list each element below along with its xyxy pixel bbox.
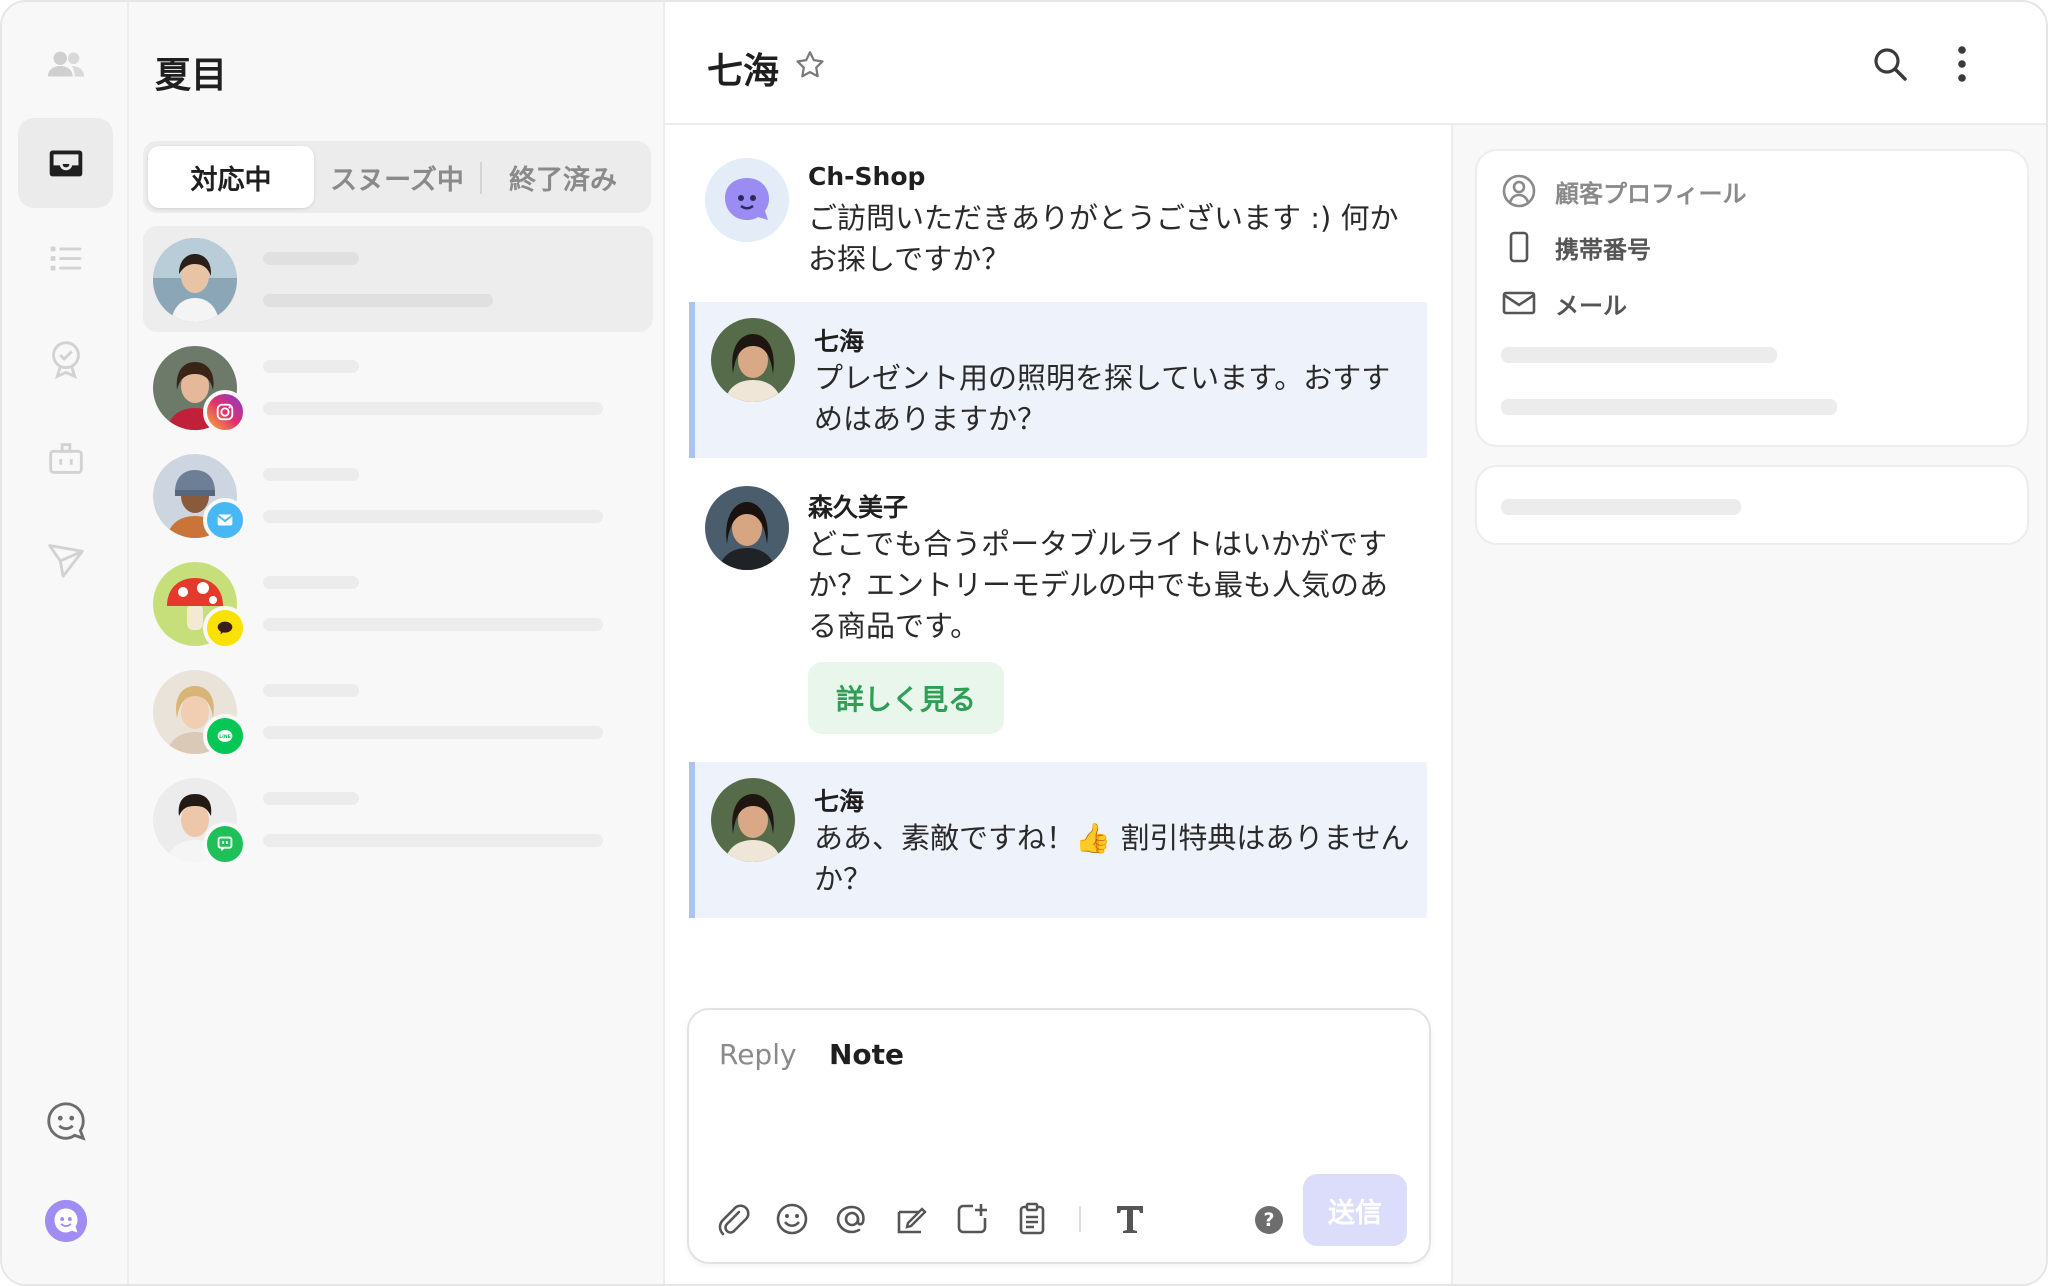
- mention-icon: [836, 1205, 865, 1234]
- emoji-icon: [776, 1203, 808, 1235]
- attach-icon: [718, 1204, 750, 1236]
- add-card-button[interactable]: [953, 1200, 991, 1238]
- tab-reply[interactable]: Reply: [719, 1038, 797, 1071]
- app-window: 夏目 対応中 スヌーズ中 終了済み LINE 七海 Ch-Shop ご訪問いただ…: [0, 0, 2048, 1286]
- conversation-item[interactable]: [143, 226, 653, 332]
- help-icon[interactable]: ?: [1255, 1206, 1283, 1234]
- nav-send-button[interactable]: [18, 514, 113, 604]
- tab-open[interactable]: 対応中: [148, 146, 314, 208]
- sms-icon: [203, 822, 247, 866]
- nav-team-button[interactable]: [18, 20, 113, 110]
- message-text: ああ、素敵ですね！👍 割引特典はありませんか？: [814, 821, 1410, 896]
- message-composer[interactable]: Reply Note ? 送信: [687, 1008, 1431, 1264]
- message-text: ご訪問いただきありがとうございます :) 何かお探しですか？: [808, 201, 1399, 276]
- nav-list-button[interactable]: [18, 214, 113, 304]
- customer-sidebar: 顧客プロフィール 携帯番号 メール: [1451, 125, 2046, 1284]
- phone-icon: [1509, 231, 1529, 263]
- nav-inbox-button[interactable]: [18, 118, 113, 208]
- status-tabs: 対応中 スヌーズ中 終了済み: [143, 141, 651, 213]
- email-icon: [203, 498, 247, 542]
- mail-icon: [1502, 291, 1536, 315]
- conversation-item[interactable]: LINE: [143, 658, 653, 764]
- conversation-item[interactable]: [143, 550, 653, 656]
- template-icon: [897, 1207, 927, 1234]
- message-text: どこでも合うポータブルライトはいかがですか？エントリーモデルの中でも最も人気のあ…: [808, 527, 1389, 643]
- learn-more-button[interactable]: 詳しく見る: [808, 662, 1004, 734]
- template-button[interactable]: [893, 1200, 931, 1238]
- text-format-button[interactable]: [1111, 1200, 1149, 1238]
- customer-avatar: [711, 778, 795, 862]
- chat-header: 七海: [665, 2, 2046, 125]
- customer-avatar: [711, 318, 795, 402]
- message-sender: 七海: [814, 787, 865, 816]
- tab-note[interactable]: Note: [829, 1038, 904, 1071]
- message-text: プレゼント用の照明を探しています。おすすめはありますか？: [814, 361, 1391, 436]
- app-logo-icon: [44, 1199, 87, 1243]
- profile-header: 顧客プロフィール: [1501, 173, 1747, 209]
- info-card: [1475, 465, 2029, 545]
- message-sender: 森久美子: [808, 493, 909, 522]
- message-customer: 七海 ああ、素敵ですね！👍 割引特典はありませんか？: [689, 762, 1427, 918]
- conversation-item[interactable]: [143, 442, 653, 548]
- inbox-icon: [49, 150, 82, 177]
- tab-closed[interactable]: 終了済み: [480, 146, 646, 208]
- line-icon: LINE: [203, 714, 247, 758]
- kakao-icon: [203, 606, 247, 650]
- attach-button[interactable]: [713, 1200, 751, 1238]
- nav-bot-button[interactable]: [18, 414, 113, 504]
- profile-phone-row: 携帯番号: [1501, 229, 1651, 265]
- badge-check-icon: [51, 341, 80, 379]
- message-sender: Ch-Shop: [808, 162, 926, 191]
- message-agent: 森久美子 どこでも合うポータブルライトはいかがですか？エントリーモデルの中でも最…: [689, 474, 1427, 744]
- bot-avatar: [705, 158, 789, 242]
- chat-title: 七海: [707, 51, 780, 92]
- conversation-list-panel: 夏目 対応中 スヌーズ中 終了済み LINE: [129, 2, 665, 1284]
- conversation-item[interactable]: [143, 334, 653, 440]
- email-label: メール: [1555, 291, 1627, 320]
- agent-avatar: [705, 486, 789, 570]
- app-logo-button[interactable]: [18, 1176, 113, 1266]
- profile-card: 顧客プロフィール 携帯番号 メール: [1475, 149, 2029, 447]
- chat-panel: 七海 Ch-Shop ご訪問いただきありがとうございます:) 何かお探しですか…: [665, 2, 2046, 1284]
- nav-feedback-button[interactable]: [18, 1076, 113, 1166]
- search-icon[interactable]: [1870, 44, 1910, 84]
- send-button[interactable]: 送信: [1303, 1174, 1407, 1246]
- text-format-icon: [1117, 1206, 1143, 1233]
- conversation-item[interactable]: [143, 766, 653, 872]
- team-icon: [47, 51, 84, 77]
- bot-icon: [48, 443, 83, 474]
- star-icon[interactable]: [793, 48, 827, 82]
- svg-text:LINE: LINE: [219, 734, 231, 740]
- face-icon: [46, 1102, 86, 1141]
- list-icon: [50, 246, 81, 271]
- clipboard-button[interactable]: [1013, 1200, 1051, 1238]
- message-sender: 七海: [814, 327, 865, 356]
- tab-snoozed[interactable]: スヌーズ中: [314, 146, 480, 208]
- nav-badge-button[interactable]: [18, 314, 113, 404]
- nav-rail: [2, 2, 129, 1284]
- list-title: 夏目: [155, 55, 228, 96]
- toolbar-divider: [1079, 1206, 1081, 1232]
- clipboard-icon: [1019, 1202, 1045, 1235]
- instagram-icon: [203, 390, 247, 434]
- avatar: [153, 238, 237, 322]
- emoji-button[interactable]: [773, 1200, 811, 1238]
- profile-email-row: メール: [1501, 285, 1627, 321]
- mention-button[interactable]: [833, 1200, 871, 1238]
- message-bot: Ch-Shop ご訪問いただきありがとうございます :) 何かお探しですか？: [689, 152, 1427, 288]
- phone-label: 携帯番号: [1555, 235, 1651, 264]
- profile-title: 顧客プロフィール: [1555, 179, 1747, 208]
- user-circle-icon: [1502, 174, 1536, 208]
- send-icon: [47, 544, 84, 578]
- add-card-icon: [957, 1204, 987, 1234]
- message-customer: 七海 プレゼント用の照明を探しています。おすすめはありますか？: [689, 302, 1427, 458]
- more-vertical-icon[interactable]: [1955, 44, 1969, 84]
